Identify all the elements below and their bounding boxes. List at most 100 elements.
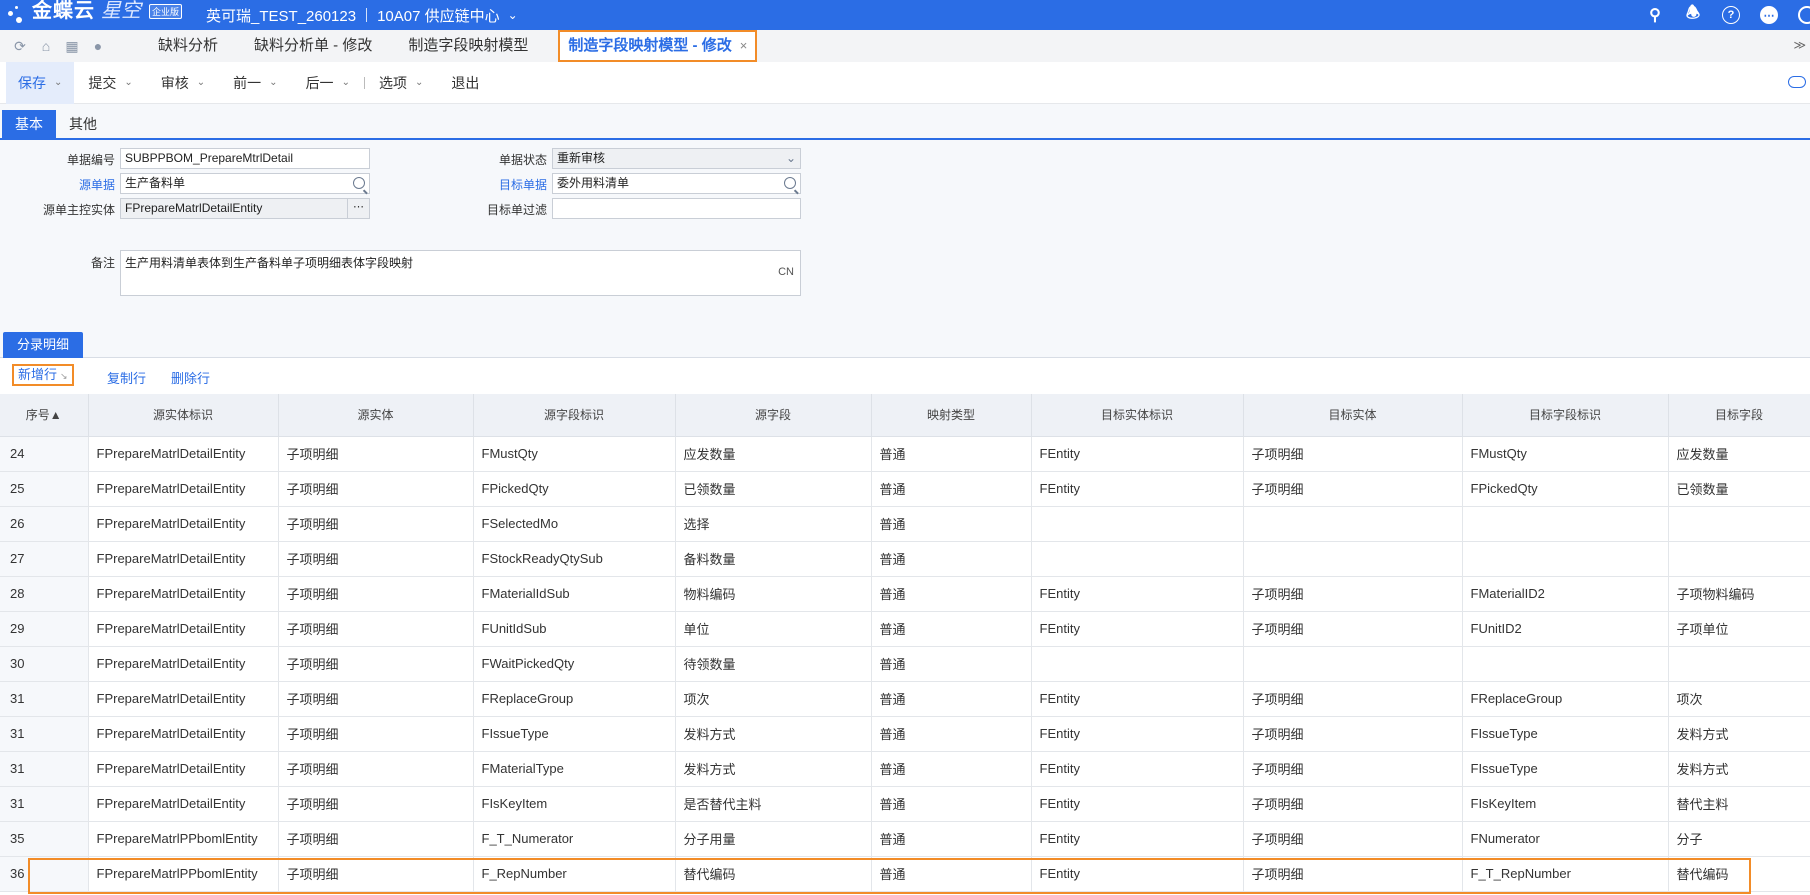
tenant-name[interactable]: 英可瑞_TEST_260123 — [206, 5, 356, 26]
cell-target-field[interactable]: 发料方式 — [1668, 716, 1810, 752]
cell-target-field[interactable] — [1668, 541, 1810, 577]
tab-field-mapping-model[interactable]: 制造字段映射模型 — [390, 30, 546, 62]
cell-source-field[interactable]: 项次 — [675, 681, 872, 717]
cell-target-field-id[interactable] — [1462, 646, 1669, 682]
chevron-down-icon[interactable]: ⌄ — [197, 62, 205, 104]
cell-seq[interactable]: 24 — [0, 436, 89, 472]
submit-button[interactable]: 提交 ⌄ — [74, 62, 146, 104]
cell-source-field-id[interactable]: FIsKeyItem — [473, 786, 676, 822]
cell-source-field[interactable]: 发料方式 — [675, 751, 872, 787]
cell-target-field[interactable]: 替代主料 — [1668, 786, 1810, 822]
cell-seq[interactable]: 29 — [0, 611, 89, 647]
column-header-target-field-id[interactable]: 目标字段标识 — [1462, 394, 1669, 437]
cell-mapping-type[interactable]: 普通 — [871, 716, 1032, 752]
source-bill-label[interactable]: 源单据 — [5, 176, 115, 193]
column-header-target-field[interactable]: 目标字段 — [1668, 394, 1810, 437]
cell-source-field-id[interactable]: FPickedQty — [473, 471, 676, 507]
cell-source-entity[interactable]: 子项明细 — [278, 821, 474, 857]
cell-target-field-id[interactable]: F_T_RepNumber — [1462, 856, 1669, 892]
cell-source-entity-id[interactable]: FPrepareMatrlDetailEntity — [88, 646, 279, 682]
cell-target-entity-id[interactable]: FEntity — [1031, 611, 1244, 647]
bell-icon[interactable]: 🕭 — [1684, 5, 1702, 24]
cell-target-entity[interactable]: 子项明细 — [1243, 611, 1463, 647]
cell-target-field-id[interactable]: FPickedQty — [1462, 471, 1669, 507]
target-filter-field[interactable] — [552, 198, 801, 219]
table-row[interactable]: 31 FPrepareMatrlDetailEntity 子项明细 FIssueTyp… — [0, 716, 1810, 752]
cell-source-entity[interactable]: 子项明细 — [278, 786, 474, 822]
cell-source-entity-id[interactable]: FPrepareMatrlDetailEntity — [88, 786, 279, 822]
cell-target-field-id[interactable]: FIsKeyItem — [1462, 786, 1669, 822]
table-row[interactable]: 29 FPrepareMatrlDetailEntity 子项明细 FUnitIdSu… — [0, 611, 1810, 647]
cell-target-field-id[interactable]: FNumerator — [1462, 821, 1669, 857]
cell-source-field[interactable]: 替代编码 — [675, 856, 872, 892]
cell-source-entity-id[interactable]: FPrepareMatrlDetailEntity — [88, 576, 279, 612]
cell-mapping-type[interactable]: 普通 — [871, 646, 1032, 682]
chevron-down-icon[interactable]: ⌄ — [342, 62, 350, 104]
cell-source-field[interactable]: 备料数量 — [675, 541, 872, 577]
cell-source-field-id[interactable]: F_T_Numerator — [473, 821, 676, 857]
bill-no-field[interactable]: SUBPPBOM_PrepareMtrlDetail — [120, 148, 370, 169]
cell-target-entity-id[interactable]: FEntity — [1031, 471, 1244, 507]
message-icon[interactable]: ⋯ — [1760, 6, 1778, 24]
cell-target-field[interactable]: 已领数量 — [1668, 471, 1810, 507]
close-icon[interactable]: × — [740, 32, 748, 60]
home-icon[interactable]: ⌂ — [38, 38, 54, 54]
cell-source-field-id[interactable]: FSelectedMo — [473, 506, 676, 542]
cell-target-field-id[interactable]: FUnitID2 — [1462, 611, 1669, 647]
audit-button[interactable]: 审核 ⌄ — [147, 62, 219, 104]
cell-source-entity-id[interactable]: FPrepareMatrlDetailEntity — [88, 751, 279, 787]
cell-target-entity-id[interactable]: FEntity — [1031, 576, 1244, 612]
cell-source-entity-id[interactable]: FPrepareMatrlDetailEntity — [88, 436, 279, 472]
cell-seq[interactable]: 35 — [0, 821, 89, 857]
refresh-icon[interactable]: ⟳ — [12, 38, 28, 54]
delete-row-button[interactable]: 删除行 — [171, 368, 210, 387]
cell-source-field-id[interactable]: FReplaceGroup — [473, 681, 676, 717]
cell-target-field[interactable]: 发料方式 — [1668, 751, 1810, 787]
cell-mapping-type[interactable]: 普通 — [871, 856, 1032, 892]
cell-mapping-type[interactable]: 普通 — [871, 506, 1032, 542]
cell-source-entity[interactable]: 子项明细 — [278, 856, 474, 892]
cell-target-field[interactable] — [1668, 646, 1810, 682]
chevron-down-icon[interactable]: ⌄ — [508, 8, 518, 22]
cell-source-entity-id[interactable]: FPrepareMatrlDetailEntity — [88, 681, 279, 717]
search-icon[interactable] — [784, 177, 796, 189]
cell-source-field-id[interactable]: FUnitIdSub — [473, 611, 676, 647]
cell-target-entity[interactable]: 子项明细 — [1243, 821, 1463, 857]
chevron-down-icon[interactable]: ⌄ — [415, 62, 423, 104]
tab-overflow-icon[interactable]: ≫ — [1793, 38, 1806, 52]
cell-source-field-id[interactable]: FMustQty — [473, 436, 676, 472]
cell-source-field[interactable]: 分子用量 — [675, 821, 872, 857]
search-icon[interactable]: ⚲ — [1646, 6, 1664, 24]
status-select[interactable]: 重新审核 ⌄ — [552, 148, 801, 169]
cell-target-entity[interactable]: 子项明细 — [1243, 576, 1463, 612]
cell-target-field[interactable]: 分子 — [1668, 821, 1810, 857]
cell-target-field-id[interactable] — [1462, 541, 1669, 577]
cell-mapping-type[interactable]: 普通 — [871, 436, 1032, 472]
cell-source-entity[interactable]: 子项明细 — [278, 646, 474, 682]
cell-source-field[interactable]: 选择 — [675, 506, 872, 542]
table-row[interactable]: 31 FPrepareMatrlDetailEntity 子项明细 FIsKeyIte… — [0, 786, 1810, 822]
cell-target-entity-id[interactable]: FEntity — [1031, 436, 1244, 472]
cell-target-field[interactable]: 项次 — [1668, 681, 1810, 717]
cell-target-entity-id[interactable]: FEntity — [1031, 681, 1244, 717]
cell-source-field[interactable]: 是否替代主料 — [675, 786, 872, 822]
chevron-down-icon[interactable]: ⌄ — [269, 62, 277, 104]
new-row-button[interactable]: 新增行 ↘ — [12, 364, 74, 386]
cloud-icon[interactable] — [1788, 76, 1806, 88]
save-button[interactable]: 保存 ⌄ — [6, 61, 75, 104]
cell-mapping-type[interactable]: 普通 — [871, 681, 1032, 717]
cell-seq[interactable]: 26 — [0, 506, 89, 542]
language-indicator[interactable]: CN — [778, 266, 794, 278]
cell-seq[interactable]: 27 — [0, 541, 89, 577]
apps-icon[interactable]: ▦ — [64, 38, 80, 54]
table-row[interactable]: 25 FPrepareMatrlDetailEntity 子项明细 FPickedQt… — [0, 471, 1810, 507]
cell-seq[interactable]: 31 — [0, 786, 89, 822]
chat-icon[interactable]: ● — [90, 38, 106, 54]
cell-target-field[interactable]: 子项单位 — [1668, 611, 1810, 647]
exit-button[interactable]: 退出 — [437, 62, 493, 104]
table-row[interactable]: 36 FPrepareMatrlPPbomlEntity 子项明细 F_RepNumb… — [0, 856, 1810, 892]
column-header-source-entity[interactable]: 源实体 — [278, 394, 474, 437]
column-header-source-field[interactable]: 源字段 — [675, 394, 872, 437]
cell-seq[interactable]: 30 — [0, 646, 89, 682]
column-header-target-entity[interactable]: 目标实体 — [1243, 394, 1463, 437]
